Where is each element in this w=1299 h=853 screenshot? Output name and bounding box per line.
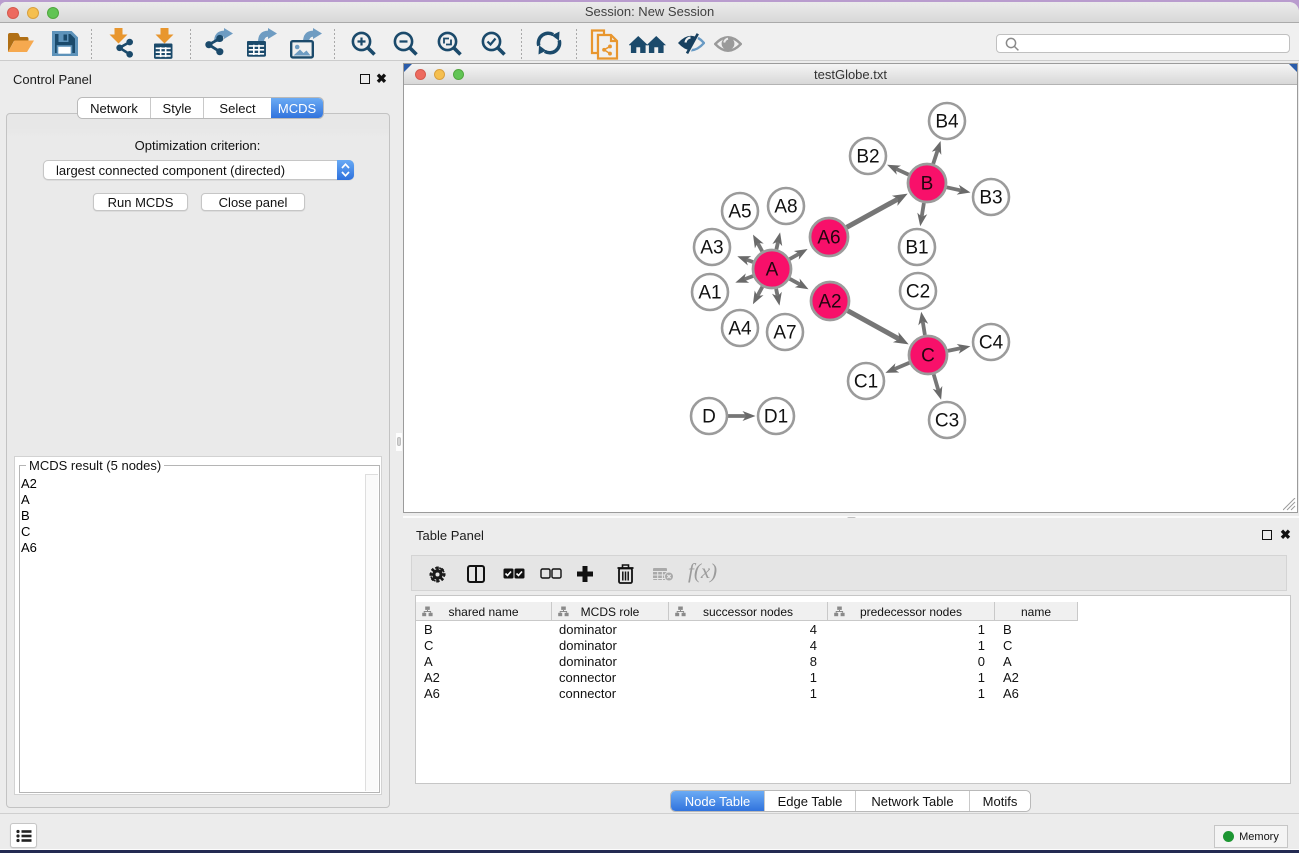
svg-text:A7: A7 [773, 323, 796, 344]
svg-text:C3: C3 [935, 411, 959, 432]
svg-text:A: A [766, 260, 779, 281]
svg-text:B1: B1 [905, 238, 928, 259]
svg-text:D: D [702, 407, 716, 428]
svg-text:B2: B2 [856, 147, 879, 168]
svg-text:A5: A5 [728, 202, 751, 223]
svg-text:C: C [921, 346, 935, 367]
svg-text:B: B [921, 174, 934, 195]
svg-text:C2: C2 [906, 282, 930, 303]
svg-text:A8: A8 [774, 197, 797, 218]
svg-text:C1: C1 [854, 372, 878, 393]
svg-text:A3: A3 [700, 238, 723, 259]
svg-text:B3: B3 [979, 188, 1002, 209]
svg-text:D1: D1 [764, 407, 788, 428]
svg-text:C4: C4 [979, 333, 1004, 354]
svg-text:A4: A4 [728, 319, 752, 340]
svg-text:B4: B4 [935, 112, 959, 133]
svg-text:A1: A1 [698, 283, 721, 304]
svg-text:A2: A2 [818, 292, 841, 313]
svg-text:A6: A6 [817, 228, 840, 249]
